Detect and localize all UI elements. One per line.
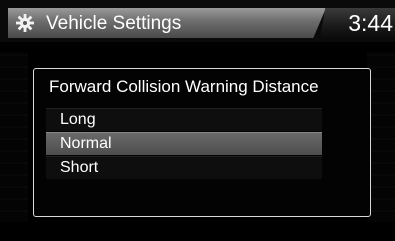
screen-title: Vehicle Settings	[46, 13, 182, 34]
display-screen: Vehicle Settings 3:44 Forward Collision …	[0, 0, 395, 241]
option-short[interactable]: Short	[46, 156, 322, 179]
option-long[interactable]: Long	[46, 108, 322, 131]
right-edge-texture	[367, 52, 395, 222]
dialog-title: Forward Collision Warning Distance	[49, 77, 319, 96]
left-edge-texture	[0, 52, 28, 222]
option-normal[interactable]: Normal	[46, 132, 322, 155]
option-label: Long	[60, 111, 96, 128]
clock: 3:44	[348, 10, 393, 36]
gear-icon	[16, 14, 34, 32]
header-bar: Vehicle Settings 3:44	[0, 0, 395, 42]
settings-dialog: Forward Collision Warning Distance Long …	[33, 68, 371, 217]
option-label: Short	[60, 159, 99, 176]
option-label: Normal	[60, 135, 112, 152]
